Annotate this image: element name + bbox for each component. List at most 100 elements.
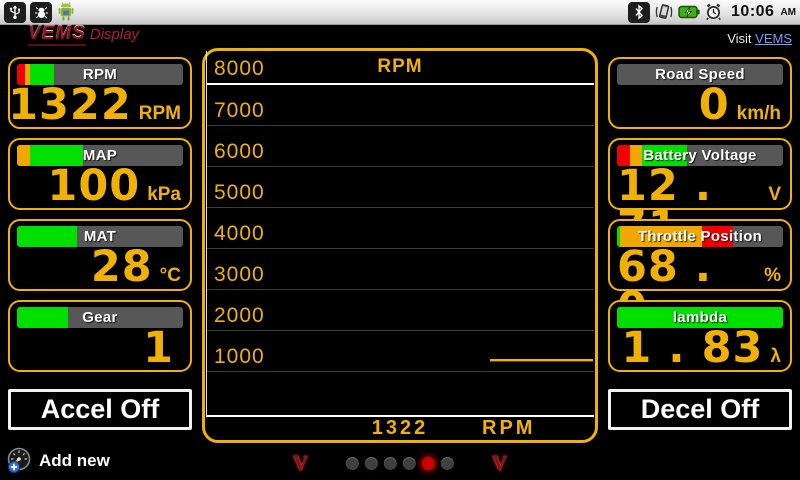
battery-charging-icon: [678, 4, 700, 20]
gauge-title: MAP: [17, 145, 183, 166]
gauge-value-row: 1: [17, 328, 183, 369]
gauge-unit: V: [768, 186, 781, 204]
logo-display-text: Display: [90, 27, 139, 42]
status-clock-time: 10:06: [731, 3, 774, 21]
gauge-header: Road Speed: [617, 64, 783, 85]
usb-icon: [4, 2, 26, 23]
gauge-panel-rpm[interactable]: RPM 1322 RPM: [8, 57, 192, 129]
gauge-panel-battery-voltage[interactable]: Battery Voltage 12 . 71 V: [608, 138, 792, 210]
y-axis-tick-label: 7000: [214, 99, 265, 123]
left-gauge-column: RPM 1322 RPM MAP 100 kPa: [8, 48, 192, 443]
chart-title: RPM: [205, 56, 595, 78]
vems-v-icon-left[interactable]: V: [293, 453, 308, 474]
alarm-clock-icon: [704, 3, 723, 21]
gauge-value-row: 1 . 83 λ: [617, 328, 783, 369]
y-axis-tick-label: 3000: [214, 263, 265, 287]
chart-current-unit: RPM: [482, 417, 535, 440]
gauge-header: Battery Voltage: [617, 145, 783, 166]
page-dot-6[interactable]: [441, 457, 454, 470]
page-dot-1[interactable]: [346, 457, 359, 470]
chart-gridline-row: 3000: [207, 249, 594, 290]
gauge-unit: λ: [770, 348, 781, 366]
chart-gridline-row: 2000: [207, 290, 594, 331]
gauge-panel-road-speed[interactable]: Road Speed 0 km/h: [608, 57, 792, 129]
bottom-bar: Add new V V: [0, 443, 800, 480]
gauge-value-row: 28 °C: [17, 247, 183, 288]
rpm-chart-panel[interactable]: RPM 80007000600050004000300020001000 132…: [202, 48, 598, 443]
chart-gridline-row: 4000: [207, 208, 594, 249]
page-dots: [346, 457, 454, 470]
page-dot-4[interactable]: [403, 457, 416, 470]
vibrate-icon: [654, 3, 674, 21]
gauge-value: 1322: [8, 85, 132, 126]
vems-v-icon-right[interactable]: V: [492, 453, 507, 474]
y-axis-tick-label: 2000: [214, 304, 265, 328]
add-new-label: Add new: [39, 451, 110, 471]
gauge-value: 1: [143, 328, 174, 369]
android-status-bar: 10:06 AM: [0, 0, 800, 25]
gauge-header: RPM: [17, 64, 183, 85]
gauge-title: Throttle Position: [617, 226, 783, 247]
gauge-panel-lambda[interactable]: lambda 1 . 83 λ: [608, 300, 792, 372]
gauge-panel-gear[interactable]: Gear 1: [8, 300, 192, 372]
accel-status-box: Accel Off: [8, 389, 192, 430]
page-dot-2[interactable]: [365, 457, 378, 470]
gauge-title: Battery Voltage: [617, 145, 783, 166]
chart-gridline-row: 7000: [207, 85, 594, 126]
gauge-unit: %: [764, 267, 781, 285]
gauge-unit: km/h: [737, 105, 781, 123]
gauge-value: 100: [47, 166, 140, 207]
page-indicator: V V: [293, 453, 507, 474]
status-right-icons: 10:06 AM: [628, 2, 796, 23]
gauge-value: 0: [699, 85, 730, 126]
rpm-chart-plot-area: 80007000600050004000300020001000: [206, 51, 594, 415]
visit-vems-link[interactable]: VEMS: [755, 31, 792, 46]
gauge-header: lambda: [617, 307, 783, 328]
gauge-title: Road Speed: [617, 64, 783, 85]
gauge-title: MAT: [17, 226, 183, 247]
vems-display-app: 10:06 AM VEMS Display Visit VEMS RPM 132…: [0, 0, 800, 480]
y-axis-tick-label: 1000: [214, 345, 265, 369]
visit-vems-area: Visit VEMS: [727, 31, 792, 46]
gauge-value: 28: [91, 247, 153, 288]
chart-footer: 1322 RPM: [205, 417, 595, 438]
gauge-unit: RPM: [139, 105, 181, 123]
chart-gridline-row: 1000: [207, 331, 594, 372]
chart-current-value: 1322: [372, 417, 429, 440]
gauge-title: Gear: [17, 307, 183, 328]
gauge-unit: kPa: [147, 186, 181, 204]
y-axis-tick-label: 6000: [214, 140, 265, 164]
gauge-header: Throttle Position: [617, 226, 783, 247]
gauge-value: 1 . 83: [621, 328, 763, 369]
dashboard-main: RPM 1322 RPM MAP 100 kPa: [8, 48, 792, 443]
visit-label: Visit: [727, 31, 755, 46]
gauge-header: MAT: [17, 226, 183, 247]
decel-status-box: Decel Off: [608, 389, 792, 430]
status-left-icons: [4, 1, 76, 23]
gauge-header: Gear: [17, 307, 183, 328]
app-title-bar: VEMS Display Visit VEMS: [0, 25, 800, 48]
chart-gridline-row: 5000: [207, 167, 594, 208]
gauge-title: RPM: [17, 64, 183, 85]
android-debug-icon: [30, 2, 52, 23]
page-dot-5[interactable]: [422, 457, 435, 470]
add-new-button[interactable]: Add new: [6, 447, 110, 474]
gauge-panel-map[interactable]: MAP 100 kPa: [8, 138, 192, 210]
gauge-value-row: 0 km/h: [617, 85, 783, 126]
gauge-value-row: 1322 RPM: [17, 85, 183, 126]
android-app-icon: [56, 1, 76, 23]
bluetooth-icon: [628, 2, 650, 23]
gauge-unit: °C: [160, 267, 181, 285]
logo-vems-text: VEMS: [28, 24, 86, 46]
y-axis-tick-label: 5000: [214, 181, 265, 205]
add-gauge-icon: [6, 447, 33, 474]
chart-gridline-row: 6000: [207, 126, 594, 167]
right-gauge-column: Road Speed 0 km/h Battery Voltage 12 . 7…: [608, 48, 792, 443]
gauge-panel-mat[interactable]: MAT 28 °C: [8, 219, 192, 291]
gauge-title: lambda: [617, 307, 783, 328]
y-axis-tick-label: 4000: [214, 222, 265, 246]
rpm-trace-line: [490, 359, 594, 361]
vems-display-logo: VEMS Display: [28, 24, 139, 46]
gauge-panel-throttle-position[interactable]: Throttle Position 68 . 0 %: [608, 219, 792, 291]
page-dot-3[interactable]: [384, 457, 397, 470]
